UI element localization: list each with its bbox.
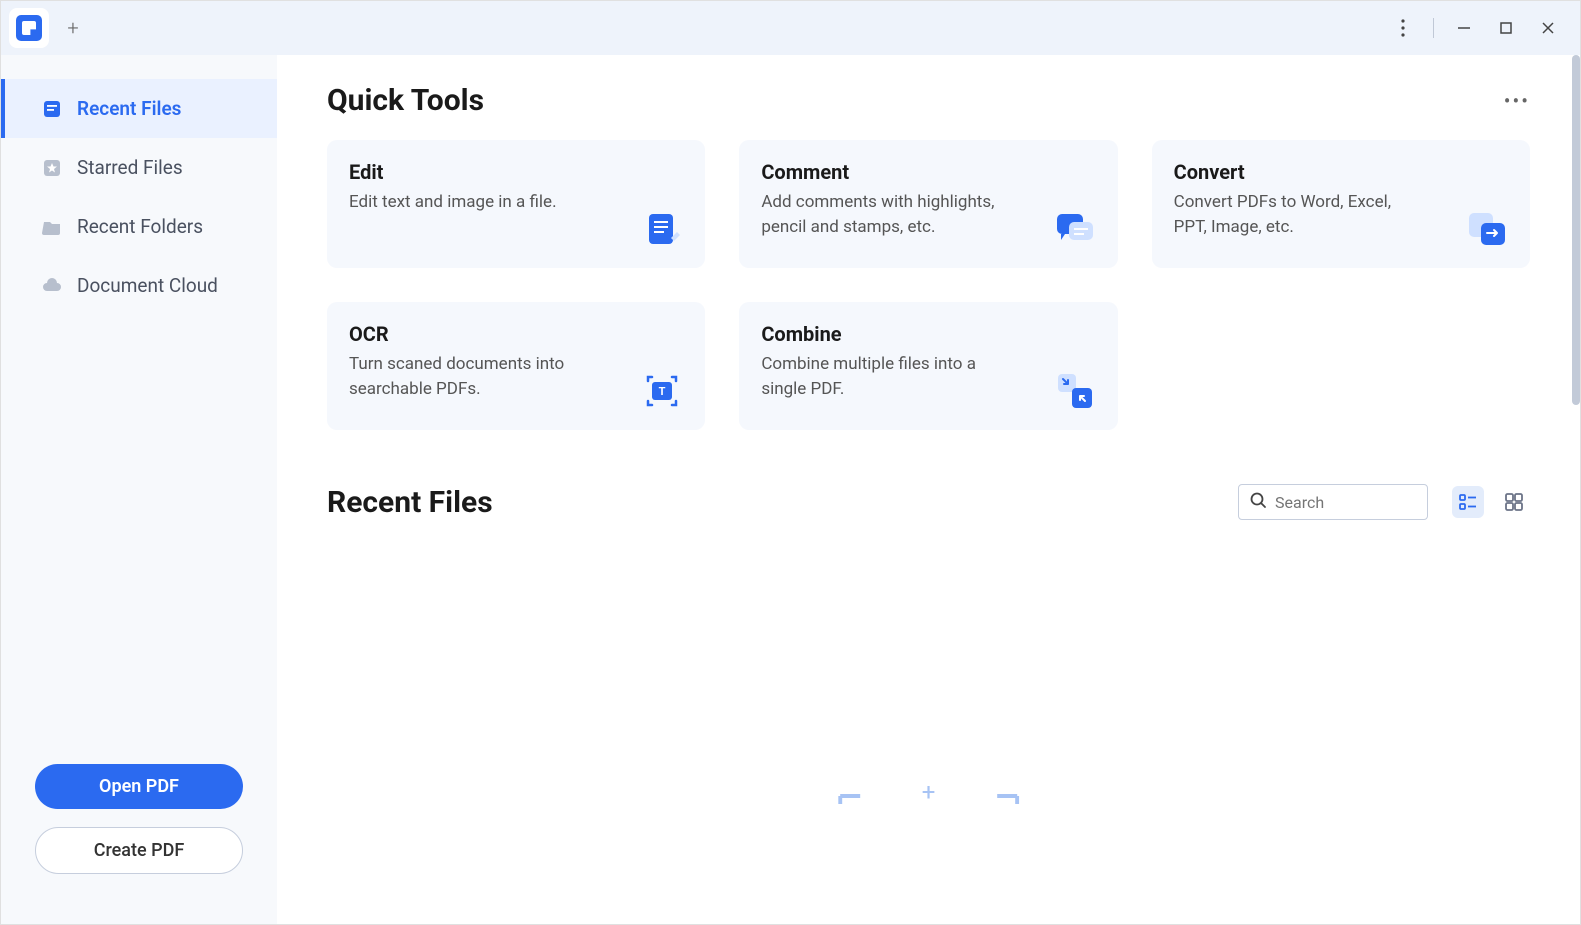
tool-card-ocr[interactable]: OCR Turn scaned documents into searchabl… bbox=[327, 302, 705, 430]
svg-text:T: T bbox=[659, 385, 666, 398]
sidebar-item-label: Document Cloud bbox=[77, 274, 218, 297]
recent-files-drop-area[interactable]: + bbox=[327, 540, 1530, 820]
recent-files-title: Recent Files bbox=[327, 485, 493, 520]
new-tab-button[interactable]: + bbox=[57, 12, 89, 44]
star-icon bbox=[41, 157, 63, 179]
tool-title: Comment bbox=[761, 160, 1095, 184]
tool-desc: Turn scaned documents into searchable PD… bbox=[349, 352, 590, 401]
sidebar-item-label: Recent Files bbox=[77, 97, 181, 120]
maximize-button[interactable] bbox=[1494, 16, 1518, 40]
convert-icon bbox=[1466, 208, 1508, 250]
recent-icon bbox=[41, 98, 63, 120]
edit-icon bbox=[641, 208, 683, 250]
search-input[interactable] bbox=[1275, 493, 1417, 512]
grid-view-toggle[interactable] bbox=[1498, 486, 1530, 518]
tool-card-edit[interactable]: Edit Edit text and image in a file. bbox=[327, 140, 705, 268]
app-logo[interactable] bbox=[9, 8, 49, 48]
drop-hint: + bbox=[838, 792, 1020, 820]
tool-title: Convert bbox=[1174, 160, 1508, 184]
main-content: Quick Tools ••• Edit Edit text and image… bbox=[277, 55, 1580, 924]
quick-tools-title: Quick Tools bbox=[327, 83, 484, 118]
tool-desc: Convert PDFs to Word, Excel, PPT, Image,… bbox=[1174, 190, 1415, 239]
folder-icon bbox=[41, 216, 63, 238]
list-view-toggle[interactable] bbox=[1452, 486, 1484, 518]
combine-icon bbox=[1054, 370, 1096, 412]
tool-desc: Add comments with highlights, pencil and… bbox=[761, 190, 1002, 239]
create-pdf-button[interactable]: Create PDF bbox=[35, 827, 243, 874]
quick-tools-more-button[interactable]: ••• bbox=[1504, 89, 1530, 113]
tool-title: Edit bbox=[349, 160, 683, 184]
sidebar-item-document-cloud[interactable]: Document Cloud bbox=[1, 256, 277, 315]
comment-icon bbox=[1054, 208, 1096, 250]
sidebar-item-recent-folders[interactable]: Recent Folders bbox=[1, 197, 277, 256]
divider bbox=[1433, 18, 1434, 38]
sidebar-item-label: Recent Folders bbox=[77, 215, 203, 238]
tool-desc: Edit text and image in a file. bbox=[349, 190, 590, 215]
sidebar-item-starred-files[interactable]: Starred Files bbox=[1, 138, 277, 197]
tool-desc: Combine multiple files into a single PDF… bbox=[761, 352, 1002, 401]
open-pdf-button[interactable]: Open PDF bbox=[35, 764, 243, 809]
search-icon bbox=[1249, 491, 1267, 513]
tool-title: OCR bbox=[349, 322, 683, 346]
tool-card-combine[interactable]: Combine Combine multiple files into a si… bbox=[739, 302, 1117, 430]
search-box[interactable] bbox=[1238, 484, 1428, 520]
close-button[interactable] bbox=[1536, 16, 1560, 40]
tool-title: Combine bbox=[761, 322, 1095, 346]
scrollbar[interactable] bbox=[1572, 55, 1580, 405]
tool-card-convert[interactable]: Convert Convert PDFs to Word, Excel, PPT… bbox=[1152, 140, 1530, 268]
sidebar-item-label: Starred Files bbox=[77, 156, 183, 179]
plus-icon: + bbox=[922, 778, 936, 806]
app-menu-button[interactable] bbox=[1391, 16, 1415, 40]
tool-card-comment[interactable]: Comment Add comments with highlights, pe… bbox=[739, 140, 1117, 268]
ocr-icon: T bbox=[641, 370, 683, 412]
cloud-icon bbox=[41, 275, 63, 297]
sidebar-item-recent-files[interactable]: Recent Files bbox=[1, 79, 277, 138]
sidebar: Recent Files Starred Files Recent Folder… bbox=[1, 55, 277, 924]
minimize-button[interactable] bbox=[1452, 16, 1476, 40]
titlebar: + bbox=[1, 1, 1580, 55]
